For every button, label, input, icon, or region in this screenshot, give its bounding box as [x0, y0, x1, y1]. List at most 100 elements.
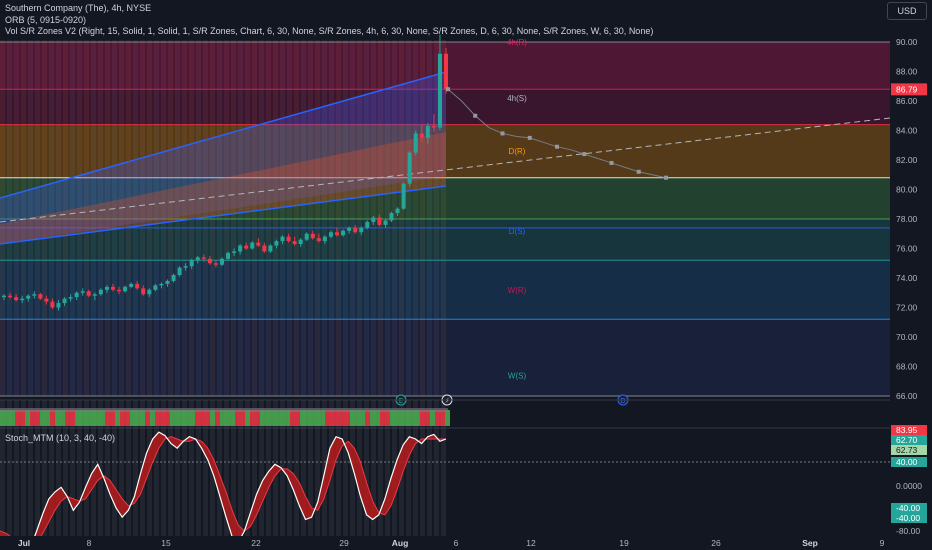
- candle-body: [413, 133, 418, 153]
- zone-label: W(R): [508, 286, 527, 295]
- volume-cell: [15, 410, 20, 426]
- volume-cell: [410, 410, 415, 426]
- time-tick-label: 22: [251, 538, 261, 548]
- volume-cell: [245, 410, 250, 426]
- volume-cell: [60, 410, 65, 426]
- candle-body: [286, 236, 291, 242]
- osc-value-label: 62.73: [896, 445, 918, 455]
- candle-body: [268, 245, 273, 252]
- time-tick-label: Sep: [802, 538, 818, 548]
- price-axis[interactable]: 90.00 88.00 86.00 84.00 82.00 80.00 78.00 76.00…: [890, 0, 932, 550]
- price-tick-label: 76.00: [896, 244, 918, 254]
- candle-body: [437, 53, 442, 128]
- price-tick-label: 90.00: [896, 37, 918, 47]
- volume-cell: [215, 410, 220, 426]
- volume-cell: [345, 410, 350, 426]
- candle-body: [335, 232, 340, 236]
- candle-body: [353, 227, 358, 233]
- volume-strip: [0, 408, 450, 426]
- osc-value-label: 83.95: [896, 425, 918, 435]
- volume-cell: [25, 410, 30, 426]
- candle-body: [310, 233, 315, 239]
- osc-value-label: 40.00: [896, 457, 918, 467]
- event-marker-label: D: [620, 397, 625, 405]
- projection-candle: [582, 152, 587, 157]
- currency-button[interactable]: USD: [887, 2, 927, 20]
- vol-sr-indicator-label[interactable]: Vol S/R Zones V2 (Right, 15, Solid, 1, S…: [5, 26, 653, 36]
- candle-body: [86, 291, 91, 296]
- osc-value-label: 62.70: [896, 435, 918, 445]
- candle-body: [232, 251, 237, 253]
- time-axis[interactable]: Jul 8 15 22 29 Aug 6 12 19 26 Sep 9: [0, 536, 890, 550]
- candle-body: [407, 152, 412, 184]
- price-tick-label: 84.00: [896, 126, 918, 136]
- price-tick-label: 88.00: [896, 67, 918, 77]
- time-tick-label: 12: [526, 538, 536, 548]
- volume-cell: [50, 410, 55, 426]
- volume-cell: [90, 410, 95, 426]
- volume-cell: [265, 410, 270, 426]
- volume-cell: [185, 410, 190, 426]
- volume-cell: [325, 410, 330, 426]
- candle-body: [110, 286, 115, 290]
- price-tick-label: 70.00: [896, 332, 918, 342]
- volume-cell: [65, 410, 70, 426]
- candle-body: [165, 280, 170, 284]
- volume-cell: [135, 410, 140, 426]
- volume-cell: [365, 410, 370, 426]
- volume-cell: [45, 410, 50, 426]
- volume-cell: [160, 410, 165, 426]
- volume-cell: [290, 410, 295, 426]
- volume-cell: [180, 410, 185, 426]
- volume-cell: [320, 410, 325, 426]
- candle-body: [129, 283, 134, 287]
- candle-body: [2, 295, 6, 298]
- volume-cell: [170, 410, 175, 426]
- stoch-mtm-label[interactable]: Stoch_MTM (10, 3, 40, -40): [5, 433, 115, 443]
- candle-body: [62, 298, 67, 304]
- volume-cell: [165, 410, 170, 426]
- volume-cell: [330, 410, 335, 426]
- volume-cell: [295, 410, 300, 426]
- zone-label: D(R): [509, 147, 526, 156]
- volume-cell: [195, 410, 200, 426]
- volume-cell: [240, 410, 245, 426]
- candle-body: [347, 227, 352, 231]
- candle-body: [425, 126, 430, 138]
- volume-cell: [305, 410, 310, 426]
- candle-body: [171, 275, 176, 281]
- price-tick-label: 82.00: [896, 155, 918, 165]
- volume-cell: [85, 410, 90, 426]
- candle-body: [32, 294, 37, 296]
- volume-cell: [280, 410, 285, 426]
- volume-cell: [235, 410, 240, 426]
- volume-cell: [20, 410, 25, 426]
- chart-canvas[interactable]: 4h(R) 4h(S) D(R) D(S) W(R) W(S) E ⚡ D 90.00 88.0…: [0, 0, 932, 550]
- zone-label: W(S): [508, 371, 527, 380]
- candle-body: [74, 292, 79, 298]
- candle-body: [20, 298, 25, 301]
- current-price-label: 86.79: [896, 84, 918, 94]
- volume-cell: [100, 410, 105, 426]
- volume-cell: [230, 410, 235, 426]
- volume-cell: [435, 410, 440, 426]
- candle-body: [250, 242, 255, 249]
- price-tick-label: 80.00: [896, 185, 918, 195]
- candle-body: [189, 260, 194, 267]
- projection-candle: [555, 144, 559, 149]
- osc-tick-label: -80.00: [896, 526, 920, 536]
- volume-cell: [115, 410, 120, 426]
- volume-cell: [285, 410, 290, 426]
- candle-body: [226, 252, 231, 259]
- volume-cell: [425, 410, 430, 426]
- volume-cell: [400, 410, 405, 426]
- volume-cell: [310, 410, 315, 426]
- price-tick-label: 68.00: [896, 362, 918, 372]
- volume-cell: [105, 410, 110, 426]
- candle-body: [274, 241, 279, 246]
- price-tick-label: 72.00: [896, 303, 918, 313]
- candle-body: [292, 241, 297, 245]
- orb-indicator-label[interactable]: ORB (5, 0915-0920): [5, 15, 86, 25]
- volume-cell: [95, 410, 100, 426]
- time-tick-label: 6: [454, 538, 459, 548]
